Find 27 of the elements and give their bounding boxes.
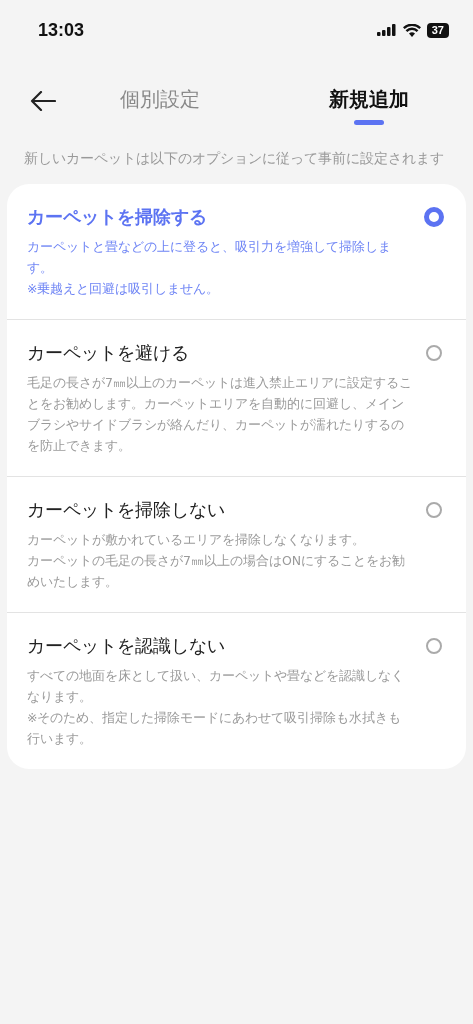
option-title: カーペットを認識しない (27, 634, 226, 658)
radio-button[interactable] (426, 345, 442, 361)
wifi-icon (402, 23, 421, 37)
radio-button[interactable] (424, 207, 444, 227)
option-description: すべての地面を床として扱い、カーペットや畳などを認識しなくなります。 (27, 667, 405, 706)
battery-level: 37 (426, 22, 449, 38)
signal-icon (376, 24, 397, 36)
option-description: ※そのため、指定した掃除モードにあわせて吸引掃除も水拭きも行います。 (27, 709, 403, 748)
option-description: カーペットの毛足の長さが7㎜以上の場合はONにすることをお勧めいたします。 (27, 552, 407, 591)
option-row[interactable]: カーペットを掃除しない カーペットが敷かれているエリアを掃除しなくなります。 カーペットの毛足の長さが7㎜以上の場合はONにすることをお勧めいたします。 (7, 477, 466, 613)
tab[interactable]: 新規追加 (328, 86, 409, 112)
option-row[interactable]: カーペットを掃除する カーペットと畳などの上に登ると、吸引力を増強して掃除します。 ※乗越えと回避は吸引しません。 (7, 184, 466, 320)
back-arrow-icon[interactable] (30, 91, 56, 111)
radio-button[interactable] (426, 502, 442, 518)
tab-indicator (353, 120, 384, 125)
option-row[interactable]: カーペットを避ける 毛足の長さが7㎜以上のカーペットは進入禁止エリアに設定することをお勧めします。カーペットエリアを自動的に回避し、メインブラシやサイドブラシが絡んだり、カーペットが濡れたりするのを防止できます。 (7, 320, 466, 477)
radio-button[interactable] (426, 638, 442, 654)
option-description: カーペットが敷かれているエリアを掃除しなくなります。 (27, 531, 366, 549)
status-time: 13:03 (38, 19, 85, 41)
option-description: ※乗越えと回避は吸引しません。 (27, 280, 221, 298)
option-row[interactable]: カーペットを認識しない すべての地面を床として扱い、カーペットや畳などを認識しなくなります。 ※そのため、指定した掃除モードにあわせて吸引掃除も水拭きも行います。 (7, 613, 466, 769)
intro-text: 新しいカーペットは以下のオプションに従って事前に設定されます (24, 149, 445, 168)
option-description: カーペットと畳などの上に登ると、吸引力を増強して掃除します。 (27, 238, 392, 277)
option-title: カーペットを避ける (27, 341, 190, 365)
option-title: カーペットを掃除しない (27, 498, 226, 522)
option-title: カーペットを掃除する (27, 205, 208, 229)
option-description: 毛足の長さが7㎜以上のカーペットは進入禁止エリアに設定することをお勧めします。カーペットエリアを自動的に回避し、メインブラシやサイドブラシが絡んだり、カーペットが濡れたりするのを防止できます。 (27, 374, 413, 455)
